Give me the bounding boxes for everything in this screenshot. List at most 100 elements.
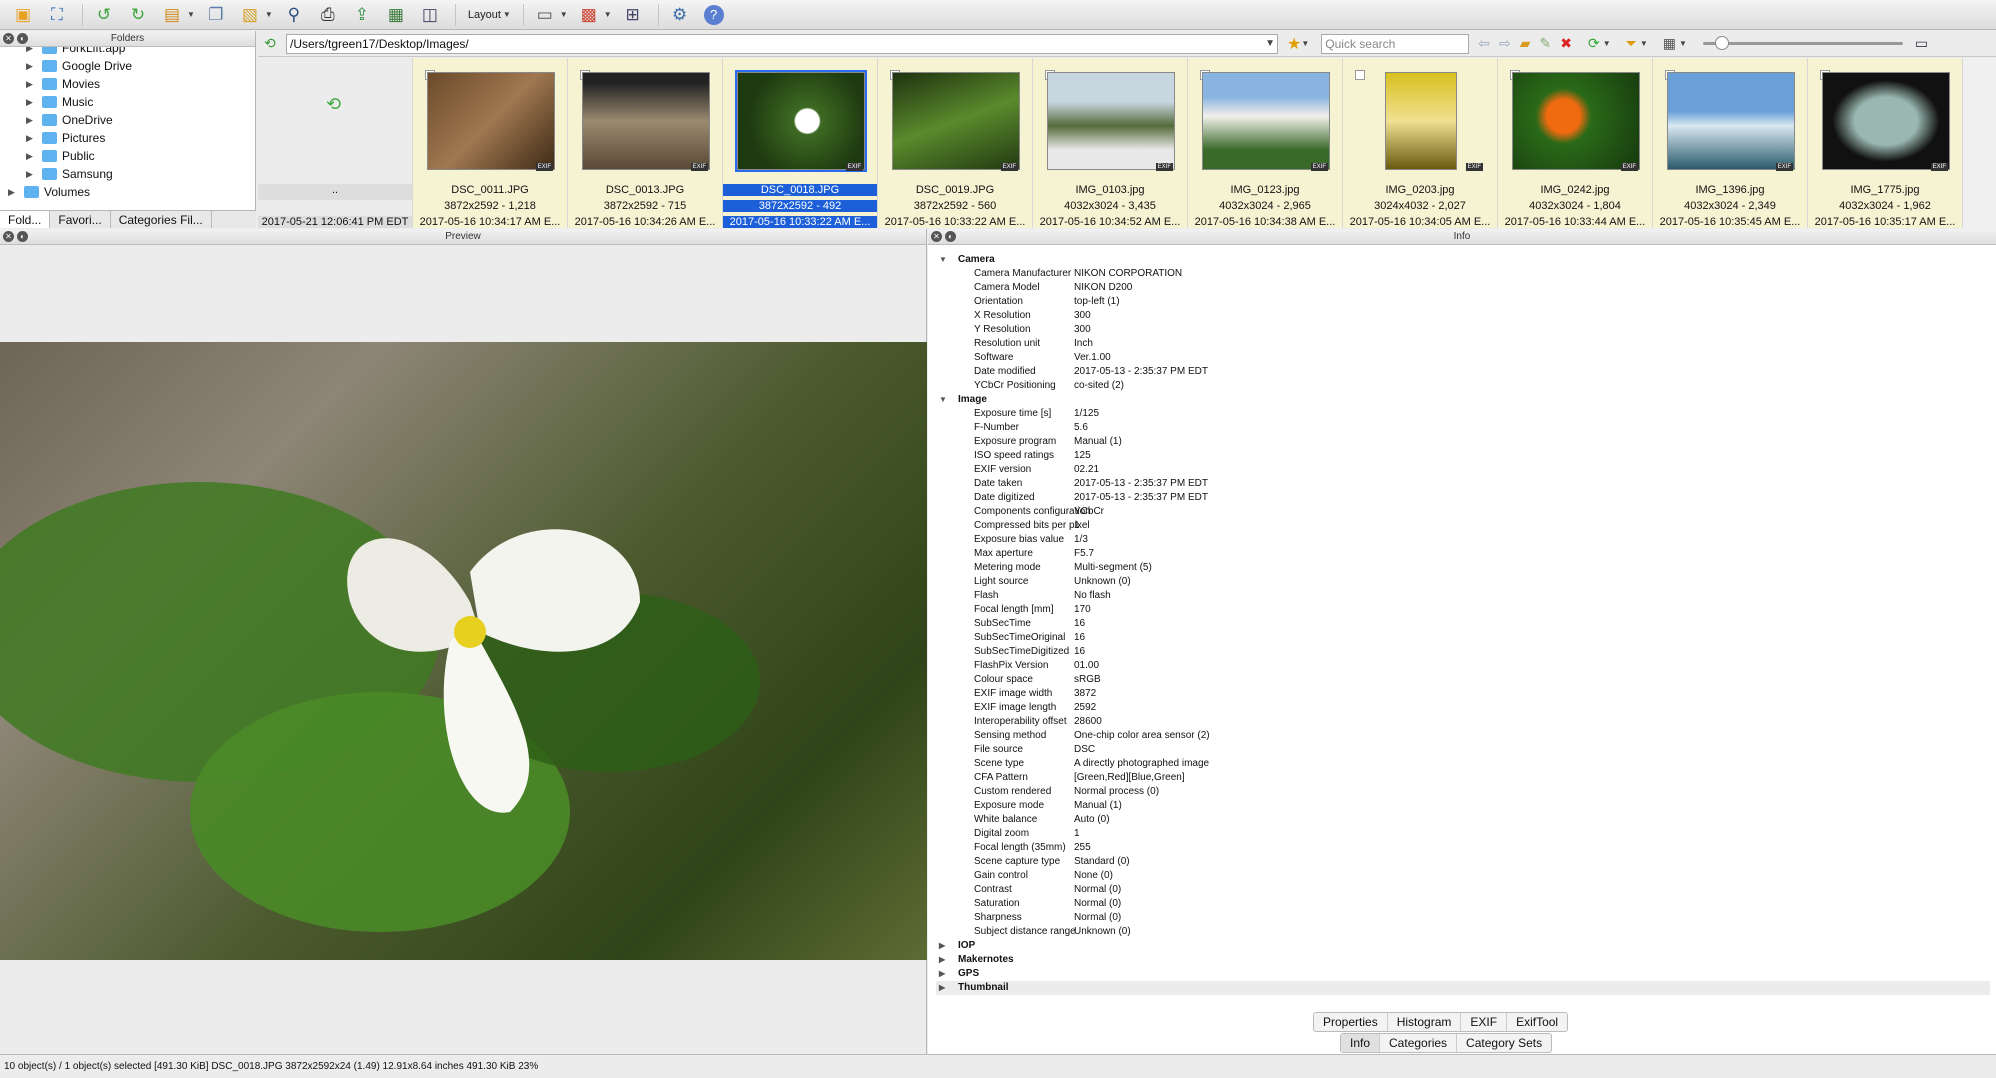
expand-arrow-icon[interactable]: ▶ xyxy=(936,981,958,995)
thumbnail[interactable]: EXIF IMG_1775.jpg 4032x3024 - 1,962 2017-05… xyxy=(1808,58,1963,228)
metadata-row[interactable]: FlashPix Version 01.00 xyxy=(936,659,1990,673)
tree-item[interactable]: ▶ Google Drive xyxy=(0,57,255,75)
chevron-down-icon[interactable]: ▼ xyxy=(265,10,273,19)
metadata-row[interactable]: Focal length (35mm) 255 xyxy=(936,841,1990,855)
slider-knob[interactable] xyxy=(1714,36,1729,50)
thumbnail[interactable]: EXIF IMG_1396.jpg 4032x3024 - 2,349 2017-05… xyxy=(1653,58,1808,228)
tab-exif[interactable]: EXIF xyxy=(1461,1013,1508,1031)
view-icon[interactable]: ▭ xyxy=(530,2,560,28)
metadata-row[interactable]: SubSecTimeDigitized 16 xyxy=(936,645,1990,659)
metadata-row[interactable]: ISO speed ratings 125 xyxy=(936,449,1990,463)
metadata-row[interactable]: EXIF image length 2592 xyxy=(936,701,1990,715)
metadata-row[interactable]: Saturation Normal (0) xyxy=(936,897,1990,911)
chevron-down-icon[interactable]: ▼ xyxy=(1603,39,1611,48)
metadata-row[interactable]: Focal length [mm] 170 xyxy=(936,603,1990,617)
tab-folders[interactable]: Fold... xyxy=(0,211,51,228)
path-input[interactable]: /Users/tgreen17/Desktop/Images/ ▼ xyxy=(286,33,1278,54)
metadata-row[interactable]: Components configuration YCbCr xyxy=(936,505,1990,519)
metadata-row[interactable]: Colour space sRGB xyxy=(936,673,1990,687)
metadata-row[interactable]: SubSecTimeOriginal 16 xyxy=(936,631,1990,645)
open-icon[interactable]: ▣ xyxy=(8,2,38,28)
screenshot-icon[interactable]: ◫ xyxy=(415,2,445,28)
metadata-row[interactable]: Sensing method One-chip color area sensor… xyxy=(936,729,1990,743)
thumbnail[interactable]: EXIF DSC_0011.JPG 3872x2592 - 1,218 2017-05… xyxy=(413,58,568,228)
metadata-row[interactable]: Max aperture F5.7 xyxy=(936,547,1990,561)
tree-item-volumes[interactable]: ▶ Volumes xyxy=(0,183,255,201)
thumbnail[interactable]: EXIF IMG_0123.jpg 4032x3024 - 2,965 2017-05… xyxy=(1188,58,1343,228)
print-icon[interactable]: ⎙ xyxy=(313,2,343,28)
expand-arrow-icon[interactable]: ▶ xyxy=(936,953,958,967)
star-icon[interactable]: ★ xyxy=(1287,34,1301,54)
metadata-row[interactable]: Compressed bits per pixel 1 xyxy=(936,519,1990,533)
refresh-icon[interactable]: ⟳ xyxy=(1588,35,1600,52)
preview-image[interactable] xyxy=(0,342,927,960)
metadata-row[interactable]: F-Number 5.6 xyxy=(936,421,1990,435)
metadata-row[interactable]: Exposure bias value 1/3 xyxy=(936,533,1990,547)
metadata-group-header[interactable]: ▶ Makernotes xyxy=(936,953,1990,967)
back-icon[interactable]: ⇦ xyxy=(1478,35,1490,52)
thumbnail[interactable]: EXIF DSC_0019.JPG 3872x2592 - 560 2017-05-1… xyxy=(878,58,1033,228)
compare-icon[interactable]: ⊞ xyxy=(618,2,648,28)
metadata-row[interactable]: Digital zoom 1 xyxy=(936,827,1990,841)
tab-exiftool[interactable]: ExifTool xyxy=(1507,1013,1567,1031)
metadata-row[interactable]: Camera Model NIKON D200 xyxy=(936,281,1990,295)
move-icon[interactable]: ▧ xyxy=(235,2,265,28)
metadata-row[interactable]: EXIF image width 3872 xyxy=(936,687,1990,701)
metadata-row[interactable]: Metering mode Multi-segment (5) xyxy=(936,561,1990,575)
thumbnail-selected[interactable]: EXIF DSC_0018.JPG 3872x2592 - 492 2017-05-1… xyxy=(723,58,878,228)
metadata-row[interactable]: SubSecTime 16 xyxy=(936,617,1990,631)
metadata-group-header[interactable]: ▼ Image xyxy=(936,393,1990,407)
expand-arrow-icon[interactable]: ▶ xyxy=(26,97,38,108)
tag-icon[interactable]: ▩ xyxy=(574,2,604,28)
rotate-left-icon[interactable]: ↺ xyxy=(89,2,119,28)
settings-icon[interactable]: ⚙ xyxy=(665,2,695,28)
chevron-down-icon[interactable]: ▼ xyxy=(1301,39,1309,48)
expand-arrow-icon[interactable]: ▶ xyxy=(26,169,38,180)
metadata-row[interactable]: Orientation top-left (1) xyxy=(936,295,1990,309)
metadata-row[interactable]: Subject distance range Unknown (0) xyxy=(936,925,1990,939)
metadata-group-header[interactable]: ▶ IOP xyxy=(936,939,1990,953)
thumbnail-parent-folder[interactable]: ⟲ .. 2017-05-21 12:06:41 PM EDT xyxy=(258,58,413,228)
metadata-row[interactable]: Sharpness Normal (0) xyxy=(936,911,1990,925)
tree-item[interactable]: ▶ Samsung xyxy=(0,165,255,183)
help-icon[interactable]: ? xyxy=(703,4,724,25)
tab-category-sets[interactable]: Category Sets xyxy=(1457,1034,1551,1052)
metadata-group-header[interactable]: ▶ GPS xyxy=(936,967,1990,981)
thumbnail-size-slider[interactable] xyxy=(1702,36,1903,50)
batch-icon[interactable]: ▤ xyxy=(157,2,187,28)
tree-item[interactable]: ▶ Music xyxy=(0,93,255,111)
tab-categories-filter[interactable]: Categories Fil... xyxy=(111,211,212,228)
thumbnail[interactable]: EXIF DSC_0013.JPG 3872x2592 - 715 2017-05-1… xyxy=(568,58,723,228)
metadata-row[interactable]: Resolution unit Inch xyxy=(936,337,1990,351)
metadata-row[interactable]: Scene capture type Standard (0) xyxy=(936,855,1990,869)
metadata-row[interactable]: Camera Manufacturer NIKON CORPORATION xyxy=(936,267,1990,281)
filter-icon[interactable]: ⏷ xyxy=(1626,35,1637,52)
go-up-icon[interactable]: ⟲ xyxy=(264,35,276,52)
metadata-row[interactable]: White balance Auto (0) xyxy=(936,813,1990,827)
quick-search-input[interactable]: Quick search xyxy=(1321,33,1470,54)
metadata-row[interactable]: Exposure time [s] 1/125 xyxy=(936,407,1990,421)
metadata-row[interactable]: Exposure program Manual (1) xyxy=(936,435,1990,449)
metadata-row[interactable]: Scene type A directly photographed image xyxy=(936,757,1990,771)
copy-icon[interactable]: ❐ xyxy=(201,2,231,28)
detach-icon[interactable]: ◐ xyxy=(945,231,956,242)
chevron-down-icon[interactable]: ▼ xyxy=(604,10,612,19)
tab-properties[interactable]: Properties xyxy=(1314,1013,1388,1031)
tree-item[interactable]: ▶ Public xyxy=(0,147,255,165)
metadata-row[interactable]: Software Ver.1.00 xyxy=(936,351,1990,365)
chevron-down-icon[interactable]: ▼ xyxy=(1265,35,1275,53)
expand-arrow-icon[interactable]: ▶ xyxy=(26,115,38,126)
metadata-row[interactable]: CFA Pattern [Green,Red][Blue,Green] xyxy=(936,771,1990,785)
slideshow-icon[interactable]: ▦ xyxy=(381,2,411,28)
new-folder-icon[interactable]: ▰ xyxy=(1520,35,1531,52)
chevron-down-icon[interactable]: ▼ xyxy=(560,10,568,19)
expand-arrow-icon[interactable]: ▶ xyxy=(26,133,38,144)
metadata-group-header[interactable]: ▼ Camera xyxy=(936,253,1990,267)
forward-icon[interactable]: ⇨ xyxy=(1499,35,1511,52)
expand-arrow-icon[interactable]: ▶ xyxy=(26,151,38,162)
metadata-row[interactable]: Exposure mode Manual (1) xyxy=(936,799,1990,813)
metadata-row[interactable]: Date taken 2017-05-13 - 2:35:37 PM EDT xyxy=(936,477,1990,491)
find-icon[interactable]: ⚲ xyxy=(279,2,309,28)
expand-arrow-icon[interactable]: ▶ xyxy=(936,939,958,953)
tab-favorites[interactable]: Favori... xyxy=(50,211,111,228)
